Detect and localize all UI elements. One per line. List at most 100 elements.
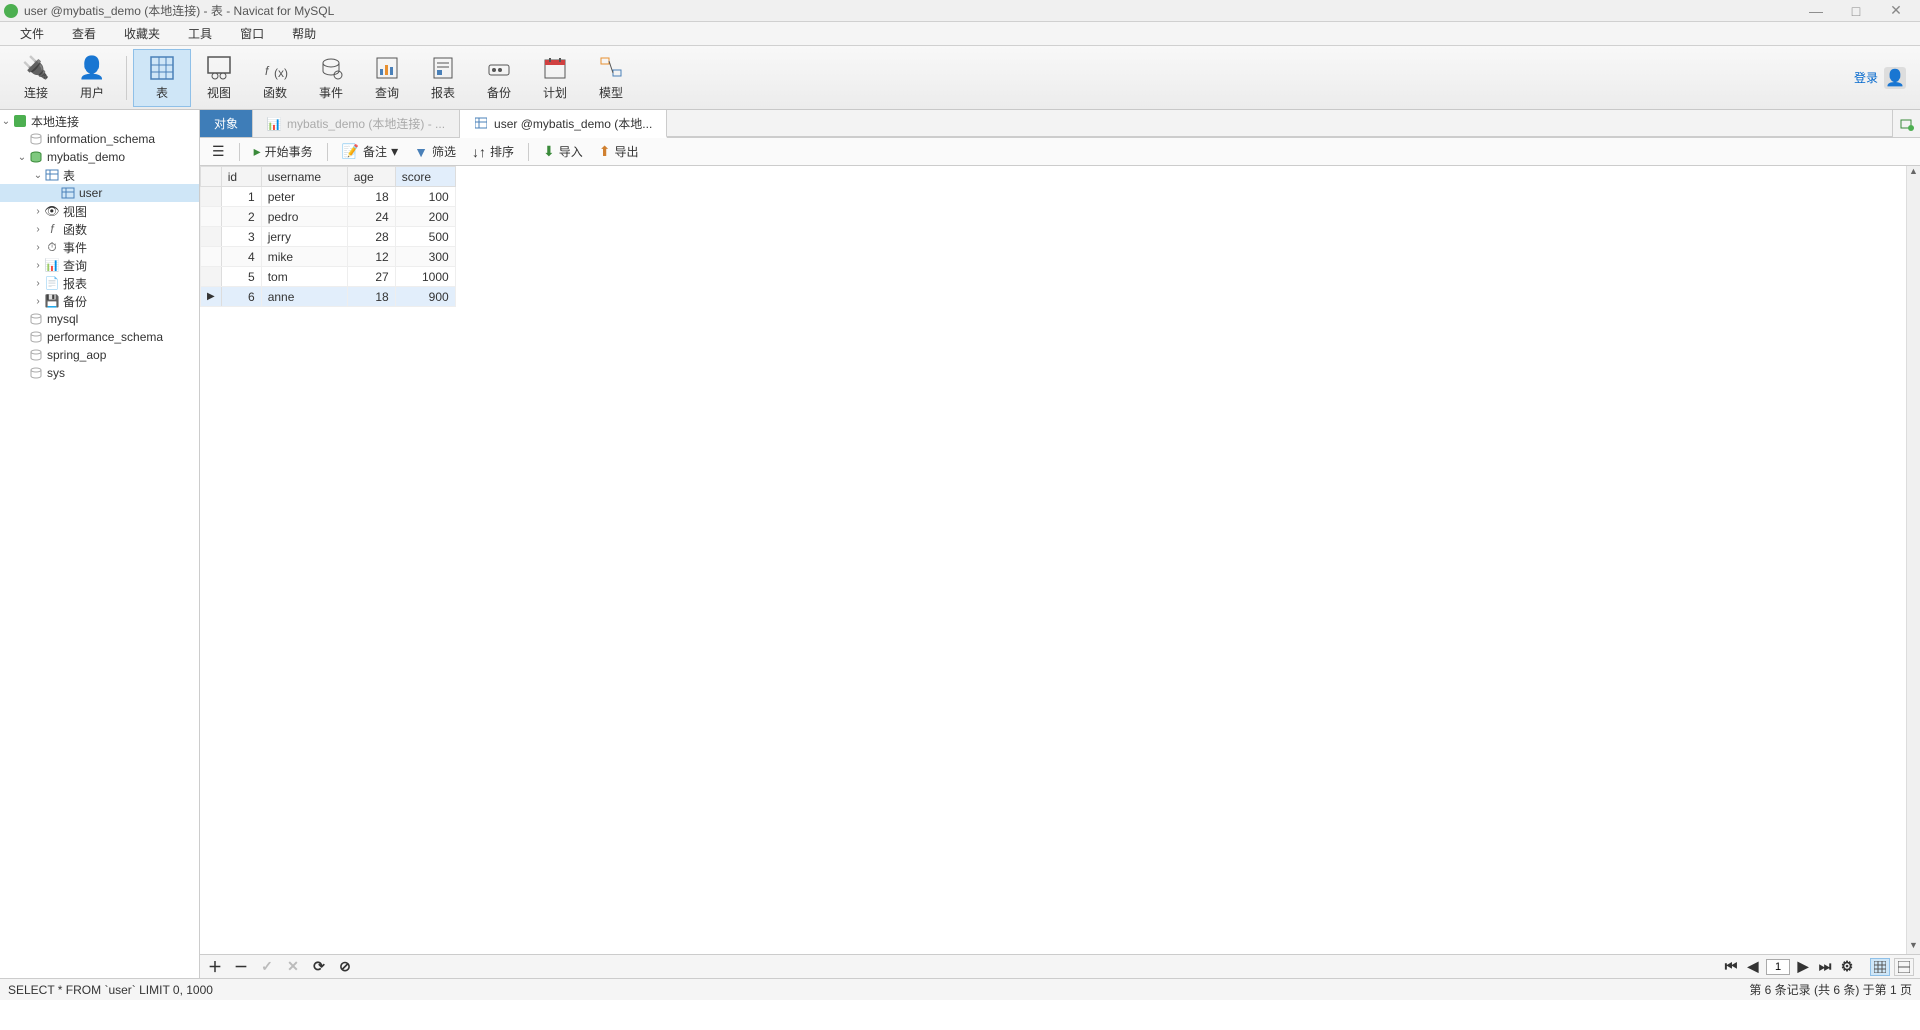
- table-row[interactable]: 5tom271000: [201, 267, 456, 287]
- sidebar[interactable]: ⌄ 本地连接 information_schema ⌄ mybatis_demo…: [0, 110, 200, 978]
- table-row[interactable]: 1peter18100: [201, 187, 456, 207]
- menu-help[interactable]: 帮助: [278, 25, 330, 42]
- maximize-button[interactable]: □: [1836, 3, 1876, 19]
- col-header-age[interactable]: age: [347, 167, 395, 187]
- begin-transaction-button[interactable]: ▸开始事务: [248, 141, 319, 163]
- cell-username[interactable]: peter: [261, 187, 347, 207]
- cell-score[interactable]: 1000: [395, 267, 455, 287]
- collapse-arrow-icon[interactable]: ›: [32, 224, 44, 235]
- ribbon-backup[interactable]: 备份: [471, 49, 527, 107]
- cell-id[interactable]: 5: [221, 267, 261, 287]
- cell-username[interactable]: jerry: [261, 227, 347, 247]
- tree-folder-backup[interactable]: › 💾 备份: [0, 292, 199, 310]
- expand-arrow-icon[interactable]: ⌄: [32, 170, 44, 181]
- ribbon-table[interactable]: 表: [133, 49, 191, 107]
- table-row[interactable]: 2pedro24200: [201, 207, 456, 227]
- ribbon-view[interactable]: 视图: [191, 49, 247, 107]
- cell-score[interactable]: 300: [395, 247, 455, 267]
- cell-username[interactable]: pedro: [261, 207, 347, 227]
- sort-button[interactable]: ↓↑排序: [466, 141, 520, 163]
- menu-toggle-button[interactable]: ☰: [206, 141, 231, 163]
- tree-db-mybatis-demo[interactable]: ⌄ mybatis_demo: [0, 148, 199, 166]
- tree-folder-view[interactable]: › 👁 视图: [0, 202, 199, 220]
- cell-age[interactable]: 12: [347, 247, 395, 267]
- menu-favorites[interactable]: 收藏夹: [110, 25, 174, 42]
- minimize-button[interactable]: —: [1796, 3, 1836, 19]
- tree-db-information-schema[interactable]: information_schema: [0, 130, 199, 148]
- ribbon-model[interactable]: 模型: [583, 49, 639, 107]
- cell-id[interactable]: 3: [221, 227, 261, 247]
- collapse-arrow-icon[interactable]: ›: [32, 260, 44, 271]
- cell-age[interactable]: 18: [347, 187, 395, 207]
- import-button[interactable]: ⬇导入: [537, 141, 589, 163]
- delete-record-button[interactable]: －: [232, 957, 250, 977]
- ribbon-schedule[interactable]: 计划: [527, 49, 583, 107]
- menu-tools[interactable]: 工具: [174, 25, 226, 42]
- col-header-username[interactable]: username: [261, 167, 347, 187]
- ribbon-connection[interactable]: 🔌 连接: [8, 49, 64, 107]
- cell-id[interactable]: 1: [221, 187, 261, 207]
- scroll-track[interactable]: [1907, 180, 1920, 940]
- apply-button[interactable]: ✓: [258, 958, 276, 975]
- first-page-button[interactable]: ⏮: [1722, 958, 1740, 975]
- tree-db-sys[interactable]: sys: [0, 364, 199, 382]
- tree-table-user[interactable]: user: [0, 184, 199, 202]
- tree-connection[interactable]: ⌄ 本地连接: [0, 112, 199, 130]
- ribbon-user[interactable]: 👤 用户: [64, 49, 120, 107]
- settings-button[interactable]: ⚙: [1838, 958, 1856, 975]
- col-header-id[interactable]: id: [221, 167, 261, 187]
- cell-id[interactable]: 6: [221, 287, 261, 307]
- menu-window[interactable]: 窗口: [226, 25, 278, 42]
- cell-age[interactable]: 18: [347, 287, 395, 307]
- ribbon-event[interactable]: 事件: [303, 49, 359, 107]
- login-area[interactable]: 登录 👤: [1854, 67, 1912, 89]
- tab-user-table[interactable]: user @mybatis_demo (本地...: [460, 110, 667, 138]
- cell-score[interactable]: 900: [395, 287, 455, 307]
- close-button[interactable]: ✕: [1876, 2, 1916, 19]
- filter-button[interactable]: ▼筛选: [408, 141, 462, 163]
- add-record-button[interactable]: ＋: [206, 957, 224, 977]
- table-row[interactable]: 4mike12300: [201, 247, 456, 267]
- ribbon-query[interactable]: 查询: [359, 49, 415, 107]
- tree-folder-query[interactable]: › 📊 查询: [0, 256, 199, 274]
- tree-folder-function[interactable]: › f 函数: [0, 220, 199, 238]
- export-button[interactable]: ⬆导出: [593, 141, 645, 163]
- cell-id[interactable]: 4: [221, 247, 261, 267]
- ribbon-report[interactable]: 报表: [415, 49, 471, 107]
- cell-score[interactable]: 200: [395, 207, 455, 227]
- memo-button[interactable]: 📝备注▾: [336, 141, 404, 163]
- next-page-button[interactable]: ▶: [1794, 958, 1812, 975]
- table-row[interactable]: 3jerry28500: [201, 227, 456, 247]
- cell-age[interactable]: 28: [347, 227, 395, 247]
- expand-arrow-icon[interactable]: ⌄: [16, 152, 28, 163]
- grid-view-button[interactable]: [1870, 958, 1890, 976]
- expand-arrow-icon[interactable]: ⌄: [0, 116, 12, 127]
- cell-username[interactable]: tom: [261, 267, 347, 287]
- tree-db-mysql[interactable]: mysql: [0, 310, 199, 328]
- collapse-arrow-icon[interactable]: ›: [32, 242, 44, 253]
- tree-folder-table[interactable]: ⌄ 表: [0, 166, 199, 184]
- menu-view[interactable]: 查看: [58, 25, 110, 42]
- table-row[interactable]: ▶6anne18900: [201, 287, 456, 307]
- collapse-arrow-icon[interactable]: ›: [32, 206, 44, 217]
- cancel-button[interactable]: ✕: [284, 958, 302, 975]
- scroll-up-icon[interactable]: ▲: [1907, 166, 1920, 180]
- prev-page-button[interactable]: ◀: [1744, 958, 1762, 975]
- data-grid[interactable]: id username age score 1peter181002pedro2…: [200, 166, 1920, 954]
- cell-age[interactable]: 27: [347, 267, 395, 287]
- page-input[interactable]: [1766, 959, 1790, 975]
- cell-age[interactable]: 24: [347, 207, 395, 227]
- menu-file[interactable]: 文件: [6, 25, 58, 42]
- scroll-down-icon[interactable]: ▼: [1907, 940, 1920, 954]
- form-view-button[interactable]: [1894, 958, 1914, 976]
- cell-score[interactable]: 100: [395, 187, 455, 207]
- cell-id[interactable]: 2: [221, 207, 261, 227]
- tree-db-spring-aop[interactable]: spring_aop: [0, 346, 199, 364]
- tree-db-performance-schema[interactable]: performance_schema: [0, 328, 199, 346]
- tab-overflow-button[interactable]: [1892, 110, 1920, 137]
- tab-objects[interactable]: 对象: [200, 110, 253, 137]
- vertical-scrollbar[interactable]: ▲ ▼: [1906, 166, 1920, 954]
- ribbon-function[interactable]: f(x) 函数: [247, 49, 303, 107]
- collapse-arrow-icon[interactable]: ›: [32, 278, 44, 289]
- cell-username[interactable]: anne: [261, 287, 347, 307]
